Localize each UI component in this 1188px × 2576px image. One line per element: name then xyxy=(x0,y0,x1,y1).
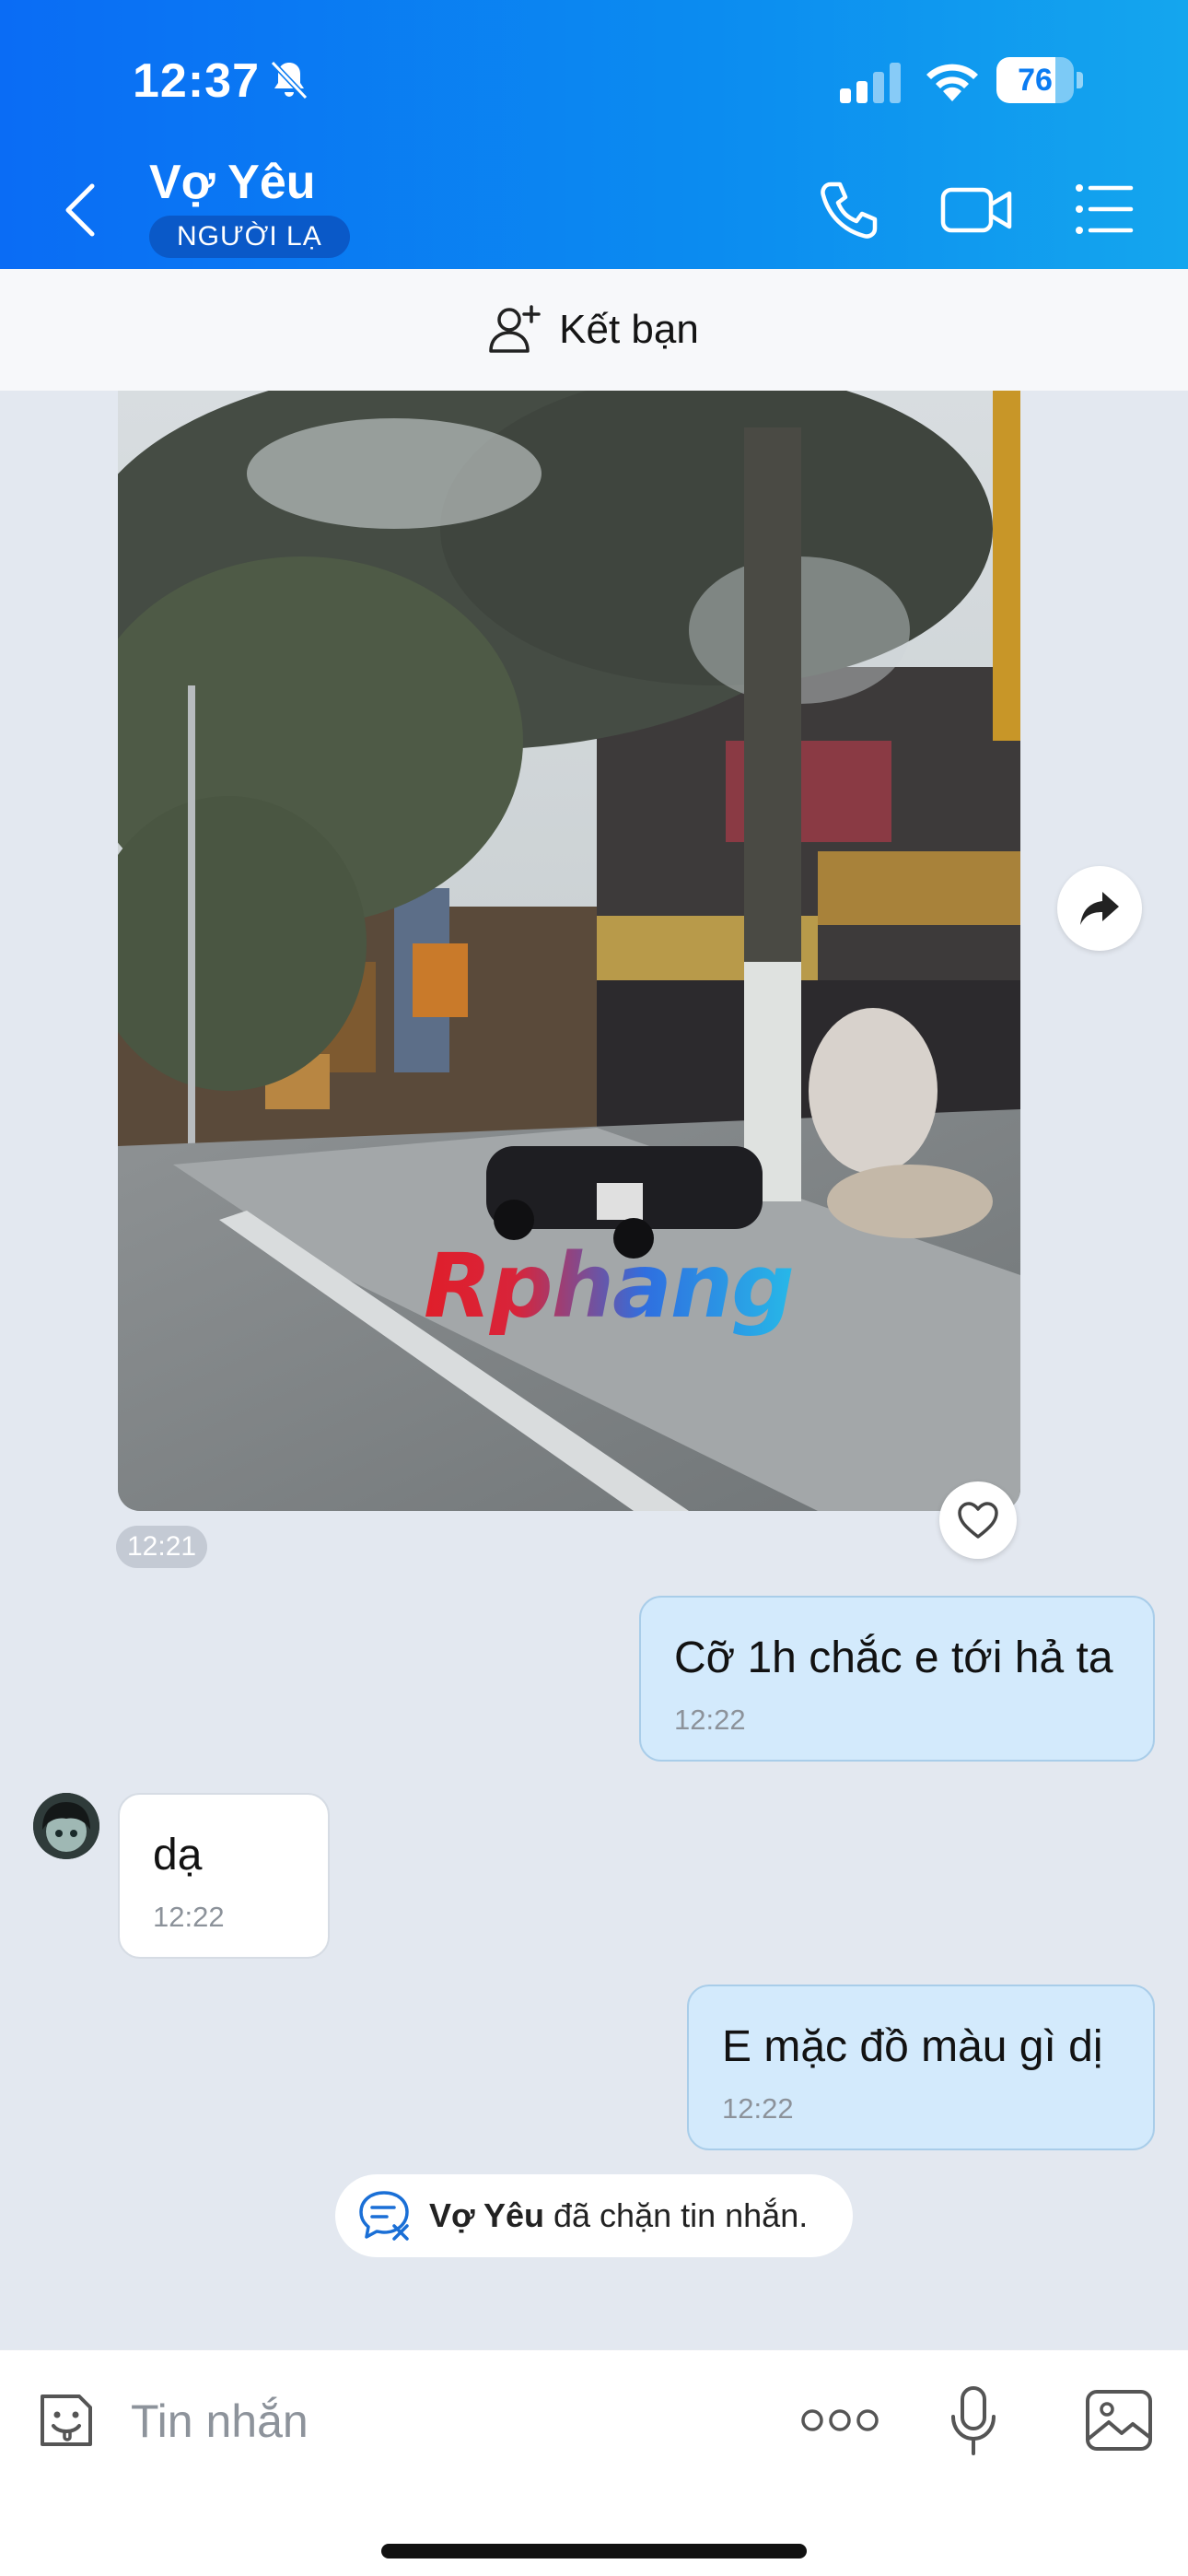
video-message[interactable] xyxy=(118,391,1020,1511)
avatar-image xyxy=(33,1793,99,1859)
battery-percent: 76 xyxy=(1018,63,1053,98)
back-icon[interactable] xyxy=(57,181,101,240)
contact-avatar[interactable] xyxy=(33,1793,99,1859)
blocked-message-icon xyxy=(359,2191,409,2241)
cellular-signal-icon xyxy=(840,63,901,103)
message-text: Cỡ 1h chắc e tới hả ta xyxy=(674,1633,1113,1682)
chat-header: 12:37 76 Vợ Yêu NGƯỜI LẠ xyxy=(0,0,1188,269)
list-menu-icon[interactable] xyxy=(1074,181,1135,238)
blocked-notice-text: Vợ Yêu đã chặn tin nhắn. xyxy=(429,2196,808,2235)
image-icon[interactable] xyxy=(1085,2389,1153,2452)
like-button[interactable] xyxy=(939,1481,1017,1559)
add-friend-icon xyxy=(489,305,541,353)
video-camera-icon[interactable] xyxy=(939,179,1013,241)
heart-icon xyxy=(958,1502,998,1539)
message-time: 12:22 xyxy=(674,1704,746,1736)
video-watermark: Rphang xyxy=(424,1235,795,1338)
message-bubble-incoming[interactable]: dạ 12:22 xyxy=(118,1793,330,1959)
sticker-icon[interactable] xyxy=(33,2387,99,2453)
message-time: 12:22 xyxy=(153,1901,225,1933)
message-time: 12:22 xyxy=(722,2092,794,2125)
message-bubble-outgoing[interactable]: Cỡ 1h chắc e tới hả ta 12:22 xyxy=(639,1596,1155,1762)
add-friend-label: Kết bạn xyxy=(559,307,699,352)
wifi-icon xyxy=(926,64,978,101)
message-text: dạ xyxy=(153,1831,203,1879)
add-friend-bar[interactable]: Kết bạn xyxy=(0,269,1188,391)
share-button[interactable] xyxy=(1057,866,1142,951)
blocked-notice: Vợ Yêu đã chặn tin nhắn. xyxy=(335,2174,853,2257)
more-icon[interactable] xyxy=(801,2406,879,2435)
message-input-bar xyxy=(0,2349,1188,2576)
home-indicator xyxy=(381,2544,807,2558)
contact-name[interactable]: Vợ Yêu xyxy=(149,155,316,210)
phone-icon[interactable] xyxy=(818,179,880,241)
status-time: 12:37 xyxy=(133,54,260,108)
bell-off-icon xyxy=(270,60,309,100)
stranger-badge: NGƯỜI LẠ xyxy=(149,216,350,258)
blocked-message: đã chặn tin nhắn. xyxy=(553,2196,809,2234)
blocked-contact-name: Vợ Yêu xyxy=(429,2196,544,2234)
message-input[interactable] xyxy=(131,2389,646,2453)
video-time: 12:21 xyxy=(116,1526,208,1568)
message-bubble-outgoing[interactable]: E mặc đồ màu gì dị 12:22 xyxy=(687,1985,1155,2150)
share-arrow-icon xyxy=(1080,892,1119,925)
battery-indicator: 76 xyxy=(996,57,1083,103)
video-thumbnail-image xyxy=(118,391,1020,1511)
microphone-icon[interactable] xyxy=(949,2385,998,2457)
message-text: E mặc đồ màu gì dị xyxy=(722,2022,1103,2071)
